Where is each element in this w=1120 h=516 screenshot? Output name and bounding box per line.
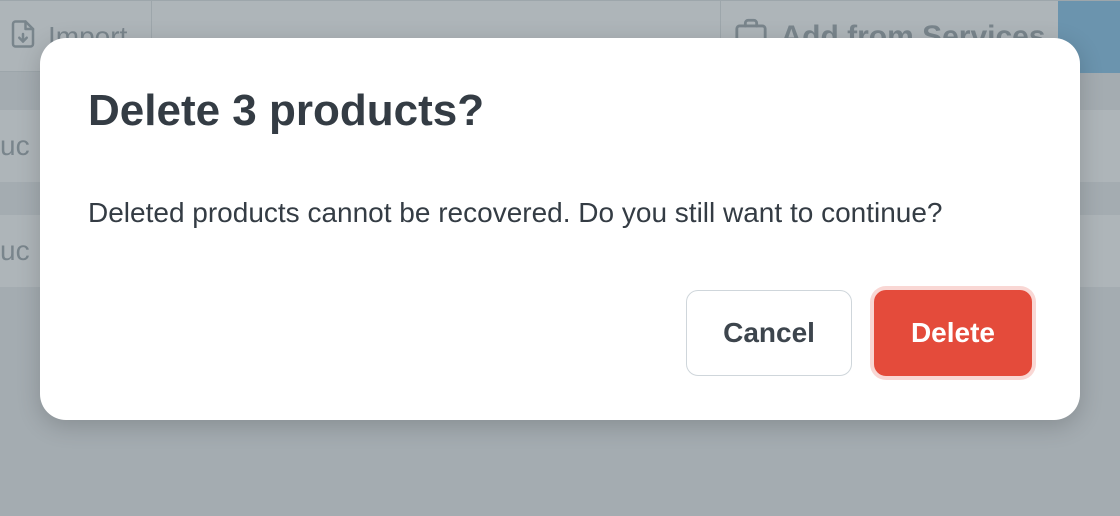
app-background: Import Add from Services uc uc Delete 3 …: [0, 0, 1120, 516]
modal-title: Delete 3 products?: [88, 86, 1032, 136]
confirmation-modal: Delete 3 products? Deleted products cann…: [40, 38, 1080, 420]
cancel-button[interactable]: Cancel: [686, 290, 852, 376]
modal-actions: Cancel Delete: [88, 290, 1032, 376]
modal-body-text: Deleted products cannot be recovered. Do…: [88, 194, 1032, 232]
delete-button[interactable]: Delete: [874, 290, 1032, 376]
